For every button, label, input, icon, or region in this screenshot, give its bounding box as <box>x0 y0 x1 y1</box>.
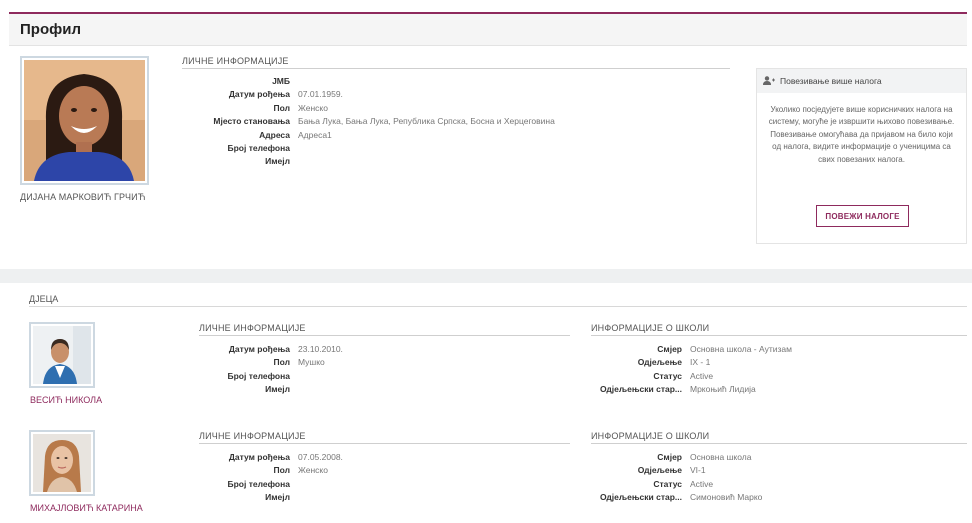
field-row: Адреса Адреса1 <box>182 129 555 142</box>
field-label: ЈМБ <box>272 76 290 86</box>
field-value: 07.05.2008. <box>298 452 343 462</box>
field-value: Active <box>690 478 714 489</box>
field-value: Бања Лука, Бања Лука, Република Српска, … <box>298 116 555 127</box>
field-label: Датум рођења <box>228 344 290 354</box>
field-row: Статус Active <box>591 370 792 383</box>
field-row: Мјесто становања Бања Лука, Бања Лука, Ре… <box>182 115 555 128</box>
field-value: Адреса1 <box>298 129 332 140</box>
field-value: 07.01.1959. <box>298 89 343 100</box>
link-accounts-title: Повезивање више налога <box>780 76 882 86</box>
child-personal-fields: Датум рођења 23.10.2010. Пол Мушко Број те… <box>199 343 343 397</box>
field-label: Одјељењски стар... <box>599 384 682 395</box>
field-label: Адреса <box>259 129 290 140</box>
field-label: Пол <box>273 357 291 368</box>
field-row: Датум рођења 07.05.2008. <box>199 451 343 464</box>
link-accounts-description: Уколико посједујете више корисничких нал… <box>768 105 955 164</box>
field-row: Број телефона <box>199 370 343 383</box>
field-row: ЈМБ <box>182 75 555 88</box>
child-personal-title: ЛИЧНЕ ИНФОРМАЦИЈЕ <box>199 431 570 444</box>
personal-info-title: ЛИЧНЕ ИНФОРМАЦИЈЕ <box>182 56 730 69</box>
field-row: Одјељење VI-1 <box>591 464 762 477</box>
field-value: 23.10.2010. <box>298 344 343 354</box>
field-label: Имејл <box>265 492 290 503</box>
field-value <box>290 370 298 383</box>
child-name[interactable]: МИХАЈЛОВИЋ КАТАРИНА <box>30 503 143 513</box>
field-row: Статус Active <box>591 478 762 491</box>
child-avatar <box>29 430 95 496</box>
link-accounts-header: Повезивање више налога <box>757 69 966 93</box>
field-value <box>290 478 298 491</box>
child-school-title: ИНФОРМАЦИЈЕ О ШКОЛИ <box>591 323 967 336</box>
field-label: Пол <box>273 102 291 113</box>
field-label: Број телефона <box>227 142 290 153</box>
field-row: Имејл <box>199 491 343 504</box>
field-label: Одјељење <box>637 357 682 368</box>
field-row: Одјељење IX - 1 <box>591 356 792 369</box>
profile-avatar <box>20 56 149 185</box>
field-label: Пол <box>273 465 291 476</box>
field-value <box>290 491 298 504</box>
profile-fields: ЈМБ Датум рођења 07.01.1959. Пол Женско Мј… <box>182 75 555 169</box>
field-label: Имејл <box>265 156 290 167</box>
field-row: Одјељењски стар... Мркоњић Лидија <box>591 383 792 396</box>
field-row: Одјељењски стар... Симоновић Марко <box>591 491 762 504</box>
field-value: Основна школа <box>690 452 752 462</box>
link-users-icon <box>763 75 775 87</box>
field-value: IX - 1 <box>690 357 711 368</box>
field-value: Основна школа - Аутизам <box>690 344 792 354</box>
field-row: Имејл <box>199 383 343 396</box>
field-row: Смјер Основна школа <box>591 451 762 464</box>
field-value: Мркоњић Лидија <box>690 384 756 395</box>
field-label: Датум рођења <box>228 452 290 462</box>
field-row: Смјер Основна школа - Аутизам <box>591 343 792 356</box>
child-avatar <box>29 322 95 388</box>
child-school-fields: Смјер Основна школа Одјељење VI-1 Статус Ac… <box>591 451 762 505</box>
field-row: Пол Мушко <box>199 356 343 369</box>
field-row: Број телефона <box>182 142 555 155</box>
field-row: Датум рођења 23.10.2010. <box>199 343 343 356</box>
field-value <box>290 142 298 155</box>
field-label: Статус <box>653 478 682 489</box>
section-divider <box>0 269 972 283</box>
field-label: Број телефона <box>227 370 290 381</box>
field-value: Active <box>690 370 714 381</box>
child-personal-title: ЛИЧНЕ ИНФОРМАЦИЈЕ <box>199 323 570 336</box>
field-label: Одјељење <box>637 465 682 476</box>
profile-header: Профил <box>9 14 967 46</box>
children-title-underline <box>29 306 967 307</box>
child-school-title: ИНФОРМАЦИЈЕ О ШКОЛИ <box>591 431 967 444</box>
field-value <box>290 75 298 88</box>
field-label: Смјер <box>657 344 682 354</box>
field-row: Датум рођења 07.01.1959. <box>182 88 555 101</box>
field-label: Број телефона <box>227 478 290 489</box>
field-label: Мјесто становања <box>213 116 290 127</box>
child-name[interactable]: ВЕСИЋ НИКОЛА <box>30 395 102 405</box>
field-label: Датум рођења <box>228 89 290 100</box>
field-value: Мушко <box>298 357 325 368</box>
field-value <box>290 383 298 396</box>
field-value: Женско <box>298 102 328 113</box>
profile-name: ДИЈАНА МАРКОВИЋ ГРЧИЋ <box>20 192 146 202</box>
field-value <box>290 155 298 168</box>
child-personal-fields: Датум рођења 07.05.2008. Пол Женско Број т… <box>199 451 343 505</box>
field-row: Пол Женско <box>199 464 343 477</box>
children-title: ДЈЕЦА <box>29 294 59 304</box>
field-label: Смјер <box>657 452 682 462</box>
field-label: Одјељењски стар... <box>599 492 682 503</box>
link-accounts-panel: Повезивање више налога Уколико посједује… <box>756 68 967 244</box>
field-value: VI-1 <box>690 465 706 476</box>
field-label: Статус <box>653 370 682 381</box>
field-row: Имејл <box>182 155 555 168</box>
field-row: Број телефона <box>199 478 343 491</box>
field-value: Симоновић Марко <box>690 492 763 503</box>
field-value: Женско <box>298 465 328 476</box>
child-school-fields: Смјер Основна школа - Аутизам Одјељење IX … <box>591 343 792 397</box>
link-accounts-button[interactable]: ПОВЕЖИ НАЛОГЕ <box>816 205 909 227</box>
children-card <box>9 283 967 523</box>
field-label: Имејл <box>265 384 290 395</box>
field-row: Пол Женско <box>182 102 555 115</box>
page-title: Профил <box>20 21 81 38</box>
